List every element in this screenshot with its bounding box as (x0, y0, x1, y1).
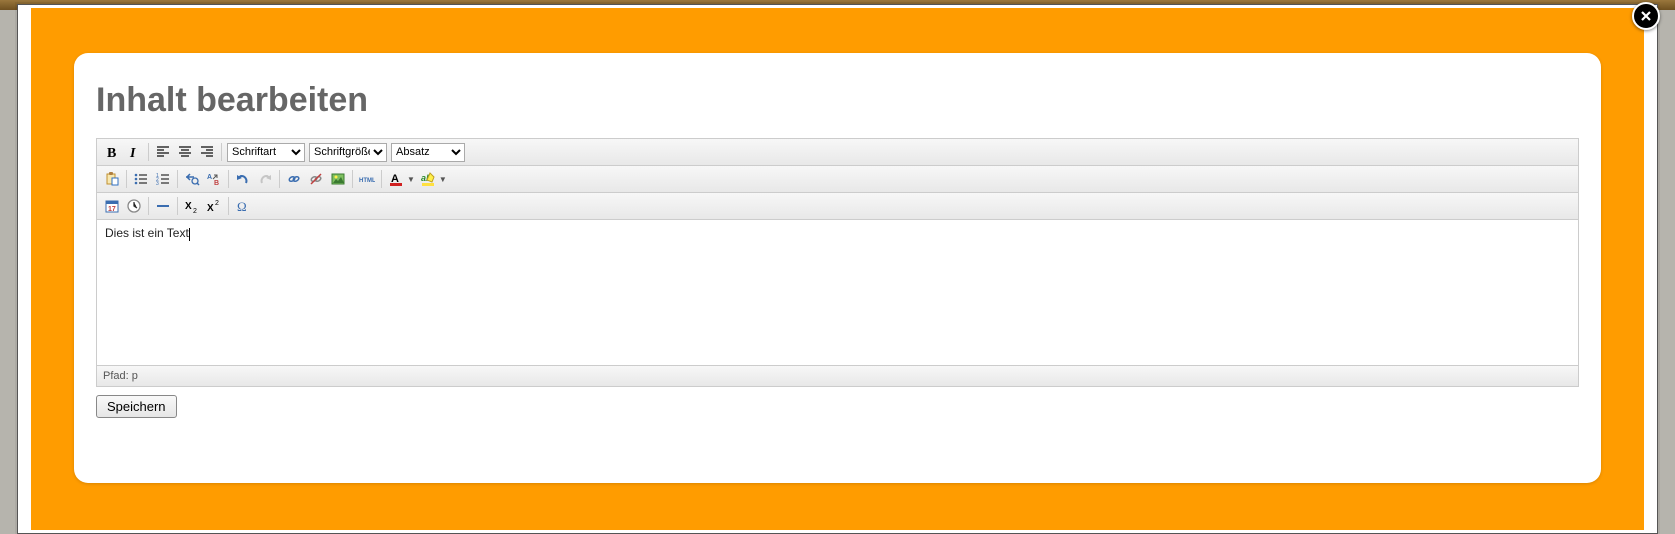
text-color-dropdown[interactable]: ▼ (405, 175, 417, 184)
svg-text:2: 2 (215, 200, 219, 207)
page-title: Inhalt bearbeiten (96, 81, 1579, 120)
align-left-button[interactable] (153, 142, 173, 162)
svg-text:3: 3 (156, 181, 159, 187)
numbered-list-button[interactable]: 123 (153, 169, 173, 189)
svg-text:X: X (185, 201, 192, 212)
svg-text:A: A (207, 174, 212, 181)
save-button[interactable]: Speichern (96, 395, 177, 418)
undo-button[interactable] (233, 169, 253, 189)
link-icon[interactable] (284, 169, 304, 189)
font-size-select[interactable]: Schriftgröße (309, 143, 387, 162)
align-center-button[interactable] (175, 142, 195, 162)
svg-text:2: 2 (193, 208, 197, 214)
superscript-button[interactable]: X2 (204, 196, 224, 216)
svg-text:17: 17 (108, 206, 116, 213)
unlink-icon[interactable] (306, 169, 326, 189)
status-bar[interactable]: Pfad: p (97, 365, 1578, 386)
editor-panel: Inhalt bearbeiten B I Schriftart Schrift… (74, 53, 1601, 483)
svg-text:X: X (207, 203, 214, 214)
insert-date-icon[interactable]: 17 (102, 196, 122, 216)
svg-text:Ω: Ω (237, 199, 247, 214)
bold-button[interactable]: B (102, 142, 122, 162)
close-icon[interactable] (1632, 2, 1660, 30)
horizontal-rule-icon[interactable] (153, 196, 173, 216)
svg-text:B: B (107, 146, 116, 160)
paste-icon[interactable] (102, 169, 122, 189)
find-icon[interactable] (182, 169, 202, 189)
content-text: Dies ist ein Text (105, 226, 189, 240)
wysiwyg-editor: B I Schriftart Schriftgröße Absatz (96, 138, 1579, 387)
svg-text:B: B (214, 180, 219, 187)
editor-content[interactable]: Dies ist ein Text (97, 220, 1578, 365)
svg-text:I: I (129, 146, 136, 160)
replace-icon[interactable]: AB (204, 169, 224, 189)
toolbar-row-2: 123 AB HTML A ▼ (97, 166, 1578, 193)
toolbar-row-1: B I Schriftart Schriftgröße Absatz (97, 139, 1578, 166)
text-color-button[interactable]: A (386, 169, 406, 189)
italic-button[interactable]: I (124, 142, 144, 162)
block-format-select[interactable]: Absatz (391, 143, 465, 162)
align-right-button[interactable] (197, 142, 217, 162)
orange-frame: Inhalt bearbeiten B I Schriftart Schrift… (31, 8, 1644, 530)
font-family-select[interactable]: Schriftart (227, 143, 305, 162)
image-icon[interactable] (328, 169, 348, 189)
subscript-button[interactable]: X2 (182, 196, 202, 216)
redo-button[interactable] (255, 169, 275, 189)
html-button[interactable]: HTML (357, 169, 377, 189)
insert-time-icon[interactable] (124, 196, 144, 216)
svg-text:HTML: HTML (359, 178, 375, 184)
bullet-list-button[interactable] (131, 169, 151, 189)
special-char-icon[interactable]: Ω (233, 196, 253, 216)
modal-overlay: Inhalt bearbeiten B I Schriftart Schrift… (17, 4, 1658, 534)
bg-color-button[interactable]: ab (418, 169, 438, 189)
toolbar-row-3: 17 X2 X2 Ω (97, 193, 1578, 220)
bg-color-dropdown[interactable]: ▼ (437, 175, 449, 184)
